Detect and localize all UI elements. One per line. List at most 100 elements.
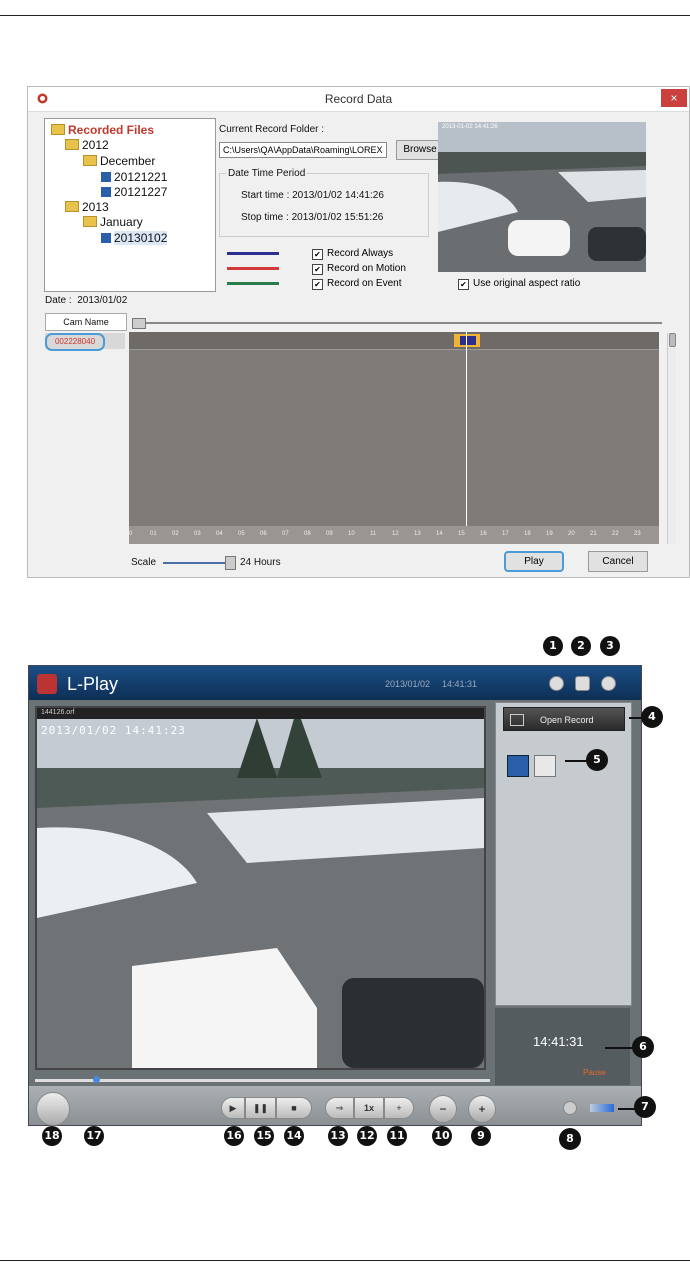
- video-filename: 144126.orf: [41, 709, 75, 716]
- checkbox-checked-icon: ✔: [458, 279, 469, 290]
- tree-node-label: January: [100, 215, 143, 229]
- close-button[interactable]: ×: [661, 89, 687, 107]
- exit-button[interactable]: [601, 676, 616, 691]
- zoom-track: [132, 322, 662, 324]
- play-button[interactable]: Play: [504, 551, 564, 572]
- callout-18: 18: [42, 1126, 62, 1146]
- record-motion-checkbox[interactable]: ✔ Record on Motion: [312, 263, 406, 275]
- callout-6: 6: [632, 1036, 654, 1058]
- camera-preview-image: [438, 122, 646, 272]
- play-button-lplay[interactable]: ▶: [221, 1097, 245, 1119]
- hour-tick: 21: [590, 531, 597, 537]
- timeline-scrollbar[interactable]: [667, 333, 676, 544]
- fullscreen-button[interactable]: [534, 755, 556, 777]
- volume-mute-icon[interactable]: [563, 1101, 577, 1115]
- hour-tick: 17: [502, 531, 509, 537]
- tree-node[interactable]: December: [83, 154, 155, 168]
- record-folder-input[interactable]: C:\Users\QA\AppData\Roaming\LOREX: [219, 142, 387, 158]
- checkbox-checked-icon: ✔: [312, 249, 323, 260]
- folder-icon: [65, 139, 79, 150]
- hour-tick: 01: [150, 531, 157, 537]
- pause-button[interactable]: ❚❚: [245, 1097, 276, 1119]
- zoom-out-button[interactable]: −: [429, 1095, 457, 1123]
- video-file-icon: [101, 187, 111, 197]
- callout-11: 11: [387, 1126, 407, 1146]
- tree-node[interactable]: 20121221: [101, 170, 167, 184]
- callout-15: 15: [254, 1126, 274, 1146]
- playback-state: Pause: [583, 1068, 606, 1077]
- lplay-title: L-Play: [67, 674, 119, 694]
- tree-node[interactable]: 2013: [65, 200, 109, 214]
- lplay-titlebar: L-Play 2013/01/02 14:41:31: [29, 666, 641, 700]
- single-view-button[interactable]: [507, 755, 529, 777]
- page-bottom-rule: [0, 1260, 690, 1261]
- stop-button[interactable]: ■: [276, 1097, 312, 1119]
- playback-progress[interactable]: [35, 1079, 490, 1082]
- hour-tick: 07: [282, 531, 289, 537]
- snapshot-button[interactable]: [36, 1092, 70, 1126]
- zoom-slider-thumb[interactable]: [132, 318, 146, 329]
- recorded-files-tree[interactable]: Recorded Files 2012 December 20121221 20…: [44, 118, 216, 292]
- callout-13: 13: [328, 1126, 348, 1146]
- progress-handle[interactable]: [93, 1076, 100, 1083]
- tree-node-label: 2012: [82, 138, 109, 152]
- hour-tick: 08: [304, 531, 311, 537]
- record-motion-swatch: [227, 267, 279, 270]
- callout-arrow: [605, 1047, 633, 1049]
- date-label-text: Date :: [45, 295, 72, 306]
- hour-tick: 0: [129, 531, 133, 537]
- record-event-checkbox[interactable]: ✔ Record on Event: [312, 278, 402, 290]
- current-folder-label: Current Record Folder :: [219, 124, 325, 135]
- callout-12: 12: [357, 1126, 377, 1146]
- scale-slider-thumb[interactable]: [225, 556, 236, 570]
- cam-id-label: 002228040: [45, 333, 105, 351]
- folder-icon: [51, 124, 65, 135]
- timeline-area[interactable]: 0 01 02 03 04 05 06 07 08 09 10 11 12 13…: [129, 332, 659, 544]
- video-filename-bar: 144126.orf: [37, 708, 484, 719]
- cam-name-header: Cam Name: [45, 313, 127, 331]
- hour-tick: 02: [172, 531, 179, 537]
- lplay-window: L-Play 2013/01/02 14:41:31 144126.orf 20…: [28, 665, 642, 1126]
- open-record-button[interactable]: Open Record: [503, 707, 625, 731]
- callout-arrow: [565, 760, 588, 762]
- callout-8: 8: [559, 1128, 581, 1150]
- header-date: 2013/01/02: [385, 679, 431, 689]
- tree-node-selected[interactable]: 20130102: [101, 231, 168, 245]
- record-always-segment: [460, 336, 476, 345]
- speed-up-button[interactable]: +: [384, 1097, 414, 1119]
- video-file-icon: [101, 233, 111, 243]
- hour-tick: 13: [414, 531, 421, 537]
- callout-9: 9: [471, 1126, 491, 1146]
- date-time-period-group: [219, 173, 429, 237]
- settings-button[interactable]: [549, 676, 564, 691]
- zoom-in-button[interactable]: +: [468, 1095, 496, 1123]
- cancel-button[interactable]: Cancel: [588, 551, 648, 572]
- tree-node[interactable]: January: [83, 215, 143, 229]
- tree-root[interactable]: Recorded Files: [51, 123, 154, 137]
- volume-level[interactable]: [590, 1104, 614, 1112]
- dialog-titlebar: Record Data ×: [28, 87, 689, 112]
- speed-indicator: 1x: [354, 1097, 384, 1119]
- scrollbar-thumb[interactable]: [669, 333, 676, 347]
- cam-row[interactable]: 002228040: [45, 333, 125, 351]
- folder-icon: [83, 155, 97, 166]
- scale-track: [163, 562, 229, 564]
- record-always-checkbox[interactable]: ✔ Record Always: [312, 248, 393, 260]
- browse-button[interactable]: Browse: [396, 140, 444, 160]
- slow-down-button[interactable]: ⇒: [325, 1097, 354, 1119]
- tree-node[interactable]: 20121227: [101, 185, 167, 199]
- stop-time: Stop time : 2013/01/02 15:51:26: [241, 212, 384, 223]
- hour-tick: 06: [260, 531, 267, 537]
- start-time: Start time : 2013/01/02 14:41:26: [241, 190, 384, 201]
- tree-node-label: 2013: [82, 200, 109, 214]
- scale-label: Scale: [131, 557, 157, 568]
- timeline-cursor[interactable]: [466, 332, 467, 526]
- record-data-dialog: Record Data × Recorded Files 2012 Decemb…: [27, 86, 690, 578]
- aspect-ratio-checkbox[interactable]: ✔ Use original aspect ratio: [458, 278, 580, 290]
- hour-tick: 04: [216, 531, 223, 537]
- minimize-button[interactable]: [575, 676, 590, 691]
- camera-preview-timestamp: 2013-01-02 14:41:26: [442, 124, 498, 130]
- tree-node[interactable]: 2012: [65, 138, 109, 152]
- hour-axis: 0 01 02 03 04 05 06 07 08 09 10 11 12 13…: [129, 526, 659, 544]
- tree-node-label: 20121221: [114, 170, 168, 184]
